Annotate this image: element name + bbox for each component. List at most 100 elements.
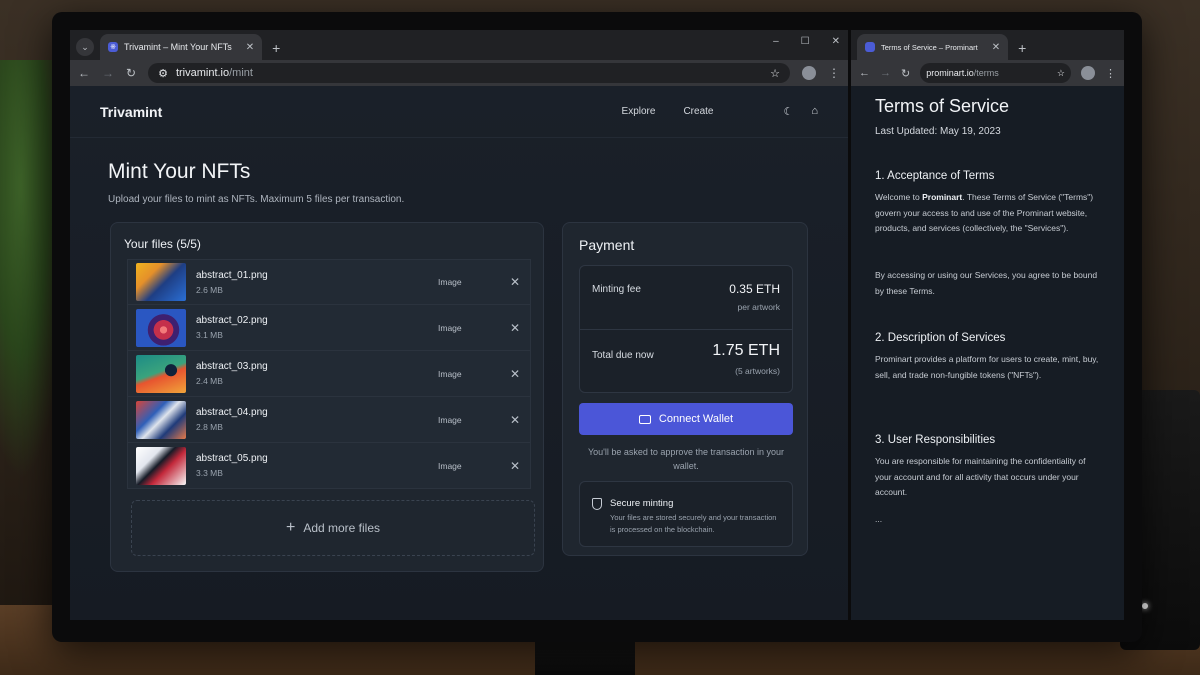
tab-trivamint[interactable]: ※ Trivamint – Mint Your NFTs ✕ xyxy=(100,34,263,60)
profile-avatar[interactable] xyxy=(802,66,816,80)
bookmark-star-icon[interactable]: ☆ xyxy=(1057,68,1065,79)
nav-explore[interactable]: Explore xyxy=(622,106,656,117)
url-path: /terms xyxy=(973,68,999,78)
close-tab-icon[interactable]: ✕ xyxy=(246,42,254,53)
file-size: 3.1 MB xyxy=(196,330,223,340)
section-paragraph: You are responsible for maintaining the … xyxy=(875,456,1086,497)
add-more-label: Add more files xyxy=(303,521,381,535)
remove-file-icon[interactable]: ✕ xyxy=(508,275,522,289)
window-controls: – ☐ ✕ xyxy=(773,36,840,47)
approve-note: You'll be asked to approve the transacti… xyxy=(587,447,784,471)
file-size: 2.8 MB xyxy=(196,422,223,432)
minimize-icon[interactable]: – xyxy=(773,36,779,47)
remove-file-icon[interactable]: ✕ xyxy=(508,321,522,335)
file-type: Image xyxy=(438,414,462,425)
file-name: abstract_05.png xyxy=(196,453,268,464)
secure-minting-desc: Your files are stored securely and your … xyxy=(610,513,777,534)
file-name: abstract_01.png xyxy=(196,269,268,281)
wallet-icon xyxy=(638,414,651,424)
divider xyxy=(580,329,792,330)
file-size: 2.4 MB xyxy=(196,376,223,386)
monitor: ⌄ ※ Trivamint – Mint Your NFTs ✕ + – ☐ ✕… xyxy=(52,12,1142,642)
file-type: Image xyxy=(438,460,462,471)
reload-icon[interactable]: ↻ xyxy=(126,66,136,80)
secure-minting-box: Secure minting Your files are stored sec… xyxy=(579,481,793,547)
home-icon[interactable]: ⌂ xyxy=(811,105,818,118)
tab-bar: Terms of Service – Prominart ✕ + xyxy=(851,30,1124,60)
maximize-icon[interactable]: ☐ xyxy=(801,36,810,47)
close-tab-icon[interactable]: ✕ xyxy=(992,42,1000,53)
browser-menu-icon[interactable]: ⋮ xyxy=(1105,67,1116,80)
remove-file-icon[interactable]: ✕ xyxy=(508,459,522,473)
file-thumbnail xyxy=(136,400,186,439)
tab-prominart[interactable]: Terms of Service – Prominart ✕ xyxy=(857,34,1009,60)
secure-minting-title: Secure minting xyxy=(610,498,674,509)
file-thumbnail xyxy=(136,263,186,301)
reload-icon[interactable]: ↻ xyxy=(901,67,910,80)
file-type: Image xyxy=(438,277,462,287)
nav-links: Explore Create xyxy=(622,106,714,117)
section-heading: 2. Description of Services xyxy=(875,332,1006,344)
tab-title: Trivamint – Mint Your NFTs xyxy=(124,42,232,52)
browser-window-prominart: Terms of Service – Prominart ✕ + ← → ↻ p… xyxy=(851,30,1124,620)
file-type: Image xyxy=(438,322,462,333)
minting-fee-unit: per artwork xyxy=(737,302,780,312)
terms-title: Terms of Service xyxy=(875,96,1010,116)
tab-title: Terms of Service – Prominart xyxy=(881,42,978,52)
url-input[interactable]: ⚙ trivamint.io/mint ☆ xyxy=(148,63,790,83)
favicon-icon xyxy=(865,42,875,52)
url-path: /mint xyxy=(229,67,253,79)
url-host: trivamint.io xyxy=(175,67,230,79)
bookmark-star-icon[interactable]: ☆ xyxy=(770,67,780,80)
file-name: abstract_04.png xyxy=(196,407,268,418)
page-title: Mint Your NFTs xyxy=(108,160,251,183)
new-tab-icon[interactable]: + xyxy=(272,40,280,56)
forward-icon[interactable]: → xyxy=(880,67,891,79)
file-row: abstract_05.png 3.3 MB Image ✕ xyxy=(127,443,531,489)
back-icon[interactable]: ← xyxy=(78,66,90,80)
artwork-count: (5 artworks) xyxy=(735,366,780,376)
site-nav: Trivamint Explore Create ☾ ⌂ xyxy=(70,86,848,138)
tab-search-icon[interactable]: ⌄ xyxy=(76,38,94,56)
section-heading: 3. User Responsibilities xyxy=(875,434,996,446)
url-input[interactable]: prominart.io/terms ☆ xyxy=(920,63,1071,83)
minting-fee-label: Minting fee xyxy=(592,284,641,295)
screen: ⌄ ※ Trivamint – Mint Your NFTs ✕ + – ☐ ✕… xyxy=(70,30,1124,620)
paragraph-text: Welcome to xyxy=(875,192,923,202)
ellipsis: ... xyxy=(875,514,883,524)
file-row: abstract_02.png 3.1 MB Image ✕ xyxy=(127,305,531,351)
total-due-value: 1.75 ETH xyxy=(712,342,780,359)
mint-page: Trivamint Explore Create ☾ ⌂ Mint Your N… xyxy=(70,86,848,620)
file-name: abstract_03.png xyxy=(196,361,268,372)
shield-icon xyxy=(592,498,602,510)
moon-icon[interactable]: ☾ xyxy=(783,105,793,118)
add-more-files-button[interactable]: + Add more files xyxy=(131,500,535,556)
remove-file-icon[interactable]: ✕ xyxy=(508,413,522,427)
file-name: abstract_02.png xyxy=(196,315,268,326)
browser-menu-icon[interactable]: ⋮ xyxy=(828,66,840,80)
section-paragraph: Welcome to Prominart. These Terms of Ser… xyxy=(875,190,1100,237)
site-info-icon[interactable]: ⚙ xyxy=(158,67,168,80)
file-size: 3.3 MB xyxy=(196,468,223,478)
page-subtitle: Upload your files to mint as NFTs. Maxim… xyxy=(108,194,405,205)
new-tab-icon[interactable]: + xyxy=(1018,40,1026,56)
brand-logo[interactable]: Trivamint xyxy=(100,104,162,120)
favicon-icon: ※ xyxy=(108,42,118,52)
profile-avatar[interactable] xyxy=(1081,66,1095,80)
section-paragraph: Prominart provides a platform for users … xyxy=(875,354,1099,380)
remove-file-icon[interactable]: ✕ xyxy=(508,367,522,381)
back-icon[interactable]: ← xyxy=(859,67,870,79)
forward-icon[interactable]: → xyxy=(102,66,114,80)
close-window-icon[interactable]: ✕ xyxy=(832,36,840,47)
file-row: abstract_04.png 2.8 MB Image ✕ xyxy=(127,397,531,443)
connect-wallet-button[interactable]: Connect Wallet xyxy=(579,403,793,435)
files-title: Your files (5/5) xyxy=(124,237,201,251)
file-row: abstract_03.png 2.4 MB Image ✕ xyxy=(127,351,531,397)
address-bar: ← → ↻ prominart.io/terms ☆ ⋮ xyxy=(851,60,1124,86)
nav-icons: ☾ ⌂ xyxy=(783,105,818,118)
address-bar: ← → ↻ ⚙ trivamint.io/mint ☆ ⋮ xyxy=(70,60,848,86)
nav-create[interactable]: Create xyxy=(683,106,713,117)
brand-name: Prominart xyxy=(922,192,963,202)
payment-summary: Minting fee 0.35 ETH per artwork Total d… xyxy=(579,265,793,393)
connect-wallet-label: Connect Wallet xyxy=(658,413,734,425)
